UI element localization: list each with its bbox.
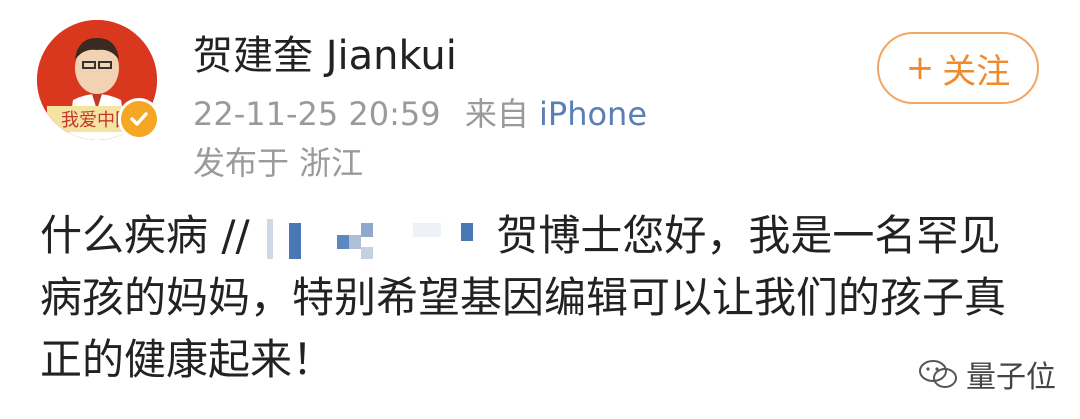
follow-button[interactable]: + 关注 xyxy=(877,32,1039,104)
timestamp: 22-11-25 20:59 xyxy=(193,95,441,133)
follow-label: 关注 xyxy=(942,51,1011,92)
plus-icon: + xyxy=(905,48,935,88)
post-text: 什么疾病 // 贺博士您好，我是一名罕见病孩的妈妈，特别希望基因编辑可以让我们的… xyxy=(40,205,1040,391)
redacted-mosaic xyxy=(267,218,474,259)
source-prefix: 来自 xyxy=(464,95,529,133)
watermark: 量子位 xyxy=(918,352,1056,396)
post-location: 发布于 浙江 xyxy=(193,144,364,182)
wechat-icon xyxy=(919,360,957,388)
source-link[interactable]: iPhone xyxy=(539,95,647,133)
watermark-label: 量子位 xyxy=(966,360,1056,395)
username[interactable]: 贺建奎 Jiankui xyxy=(193,28,457,84)
verified-badge-icon xyxy=(118,98,160,140)
post-text-before: 什么疾病 // xyxy=(40,211,250,260)
post-meta: 22-11-25 20:59 来自 iPhone xyxy=(193,92,647,136)
